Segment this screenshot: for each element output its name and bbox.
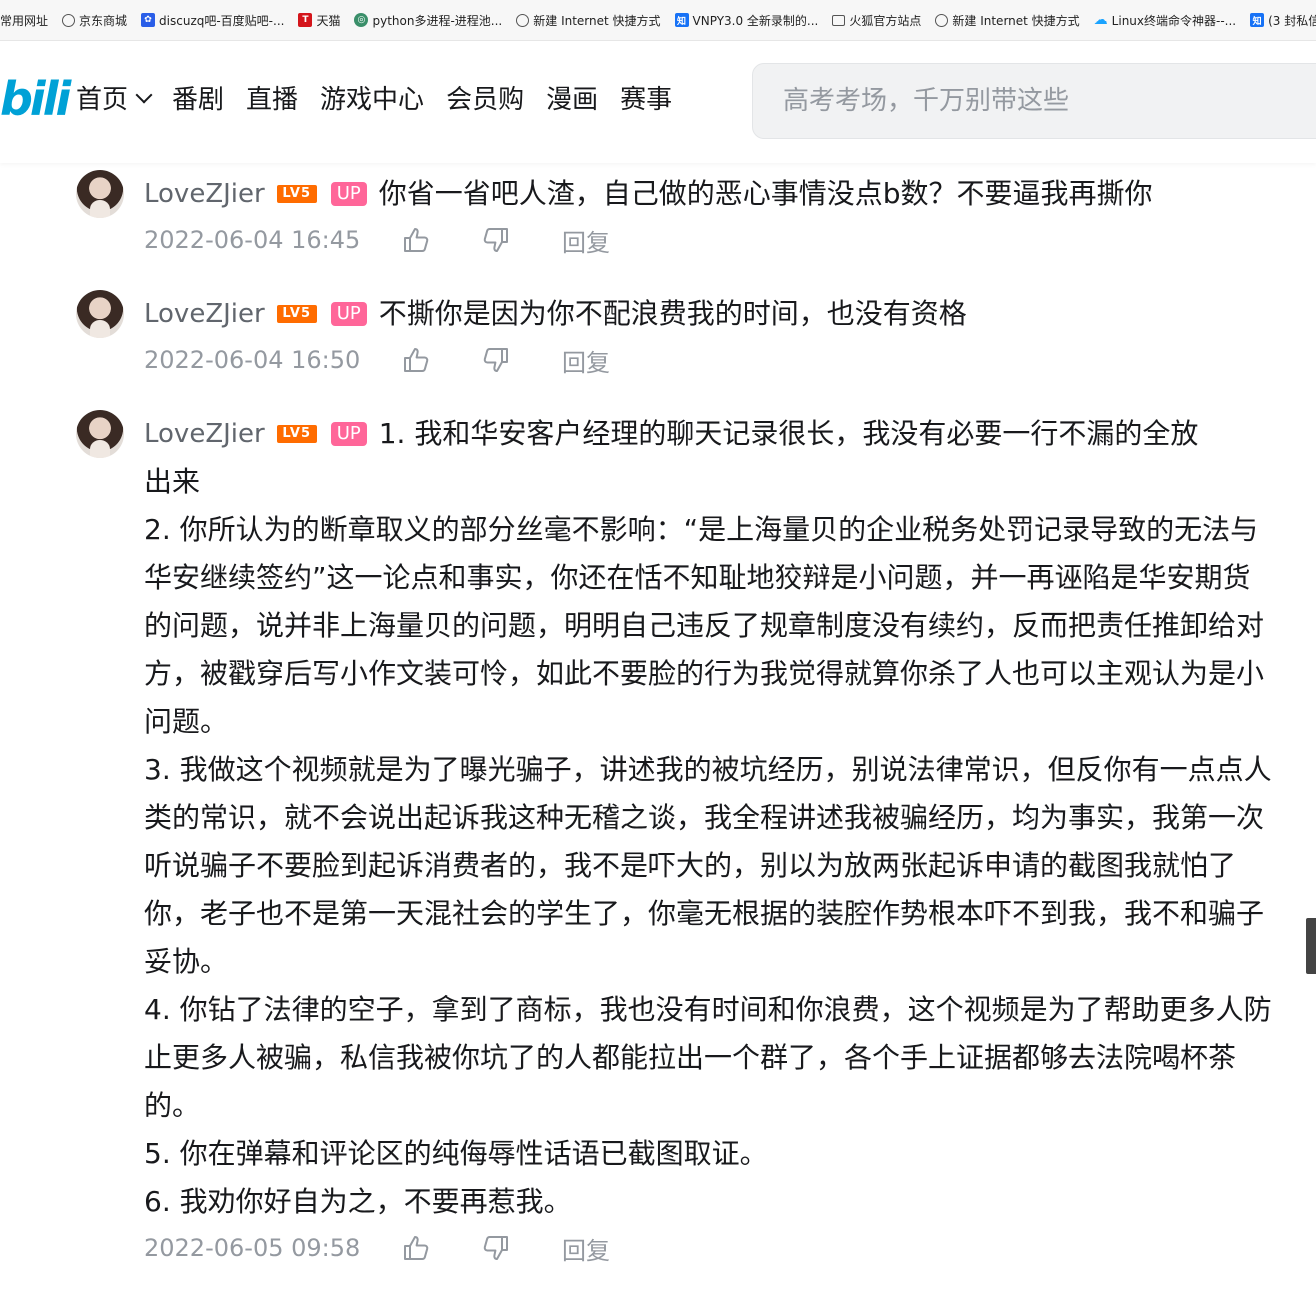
thumb-up-icon bbox=[402, 346, 430, 374]
bookmark-label: python多进程-进程池... bbox=[372, 13, 503, 28]
nav-home[interactable]: 首页 bbox=[76, 79, 153, 116]
avatar[interactable] bbox=[76, 170, 124, 218]
thumb-down-icon bbox=[482, 226, 510, 254]
bilibili-logo[interactable]: bili bbox=[0, 69, 71, 129]
bookmark-item[interactable]: T 天猫 bbox=[298, 12, 340, 29]
comment-meta: 2022-06-05 09:58 回复 bbox=[144, 1226, 1272, 1270]
search-input[interactable] bbox=[753, 64, 1316, 138]
comment-body: LoveZJier LV5 UP 1. 我和华安客户经理的聊天记录很长，我没有必要一行… bbox=[144, 410, 1272, 1270]
bookmark-item[interactable]: ✿ discuzq吧-百度贴吧-... bbox=[141, 12, 284, 29]
tmall-icon: T bbox=[298, 13, 313, 27]
folder-icon bbox=[832, 14, 846, 26]
side-float-tab[interactable] bbox=[1306, 918, 1316, 974]
bookmark-item[interactable]: 京东商城 bbox=[62, 12, 127, 29]
python-icon: ◎ bbox=[354, 13, 369, 27]
bookmark-item[interactable]: 新建 Internet 快捷方式 bbox=[516, 12, 661, 29]
avatar[interactable] bbox=[76, 410, 124, 458]
username[interactable]: LoveZJier bbox=[144, 299, 265, 329]
globe-icon bbox=[516, 13, 530, 27]
username[interactable]: LoveZJier bbox=[144, 419, 265, 449]
comment-text: 不撕你是因为你不配浪费我的时间，也没有资格 bbox=[378, 297, 967, 330]
bookmark-label: 火狐官方站点 bbox=[849, 13, 922, 28]
username[interactable]: LoveZJier bbox=[144, 179, 265, 209]
thumb-up-icon bbox=[402, 1234, 430, 1262]
nav-bangumi[interactable]: 番剧 bbox=[172, 79, 224, 116]
comment-body: LoveZJier LV5 UP 你省一省吧人渣，自己做的恶心事情没点b数？不要逼我再… bbox=[144, 170, 1274, 262]
cloud-icon: ☁ bbox=[1093, 12, 1108, 28]
dislike-button[interactable] bbox=[482, 340, 562, 380]
chevron-down-icon bbox=[135, 86, 153, 103]
nav-label: 首页 bbox=[76, 85, 129, 115]
baidu-paw-icon: ✿ bbox=[141, 13, 156, 27]
avatar[interactable] bbox=[76, 290, 124, 338]
nav-game-center[interactable]: 游戏中心 bbox=[320, 79, 424, 116]
level-badge: LV5 bbox=[276, 305, 317, 323]
dislike-button[interactable] bbox=[482, 220, 562, 260]
zhihu-icon: 知 bbox=[674, 13, 689, 27]
bookmark-item[interactable]: ☁ Linux终端命令神器--... bbox=[1094, 12, 1236, 29]
like-button[interactable] bbox=[402, 340, 482, 380]
like-button[interactable] bbox=[402, 1228, 482, 1268]
site-header: bili 首页 番剧 直播 游戏中心 会员购 漫画 赛事 bbox=[0, 41, 1316, 163]
comment-time: 2022-06-04 16:45 bbox=[144, 226, 361, 254]
nav-esports[interactable]: 赛事 bbox=[620, 79, 672, 116]
up-badge: UP bbox=[330, 302, 367, 326]
comment-meta: 2022-06-04 16:50 回复 bbox=[144, 338, 1274, 382]
bookmark-label: Linux终端命令神器--... bbox=[1111, 13, 1237, 28]
bookmark-item[interactable]: 常用网址 bbox=[0, 12, 48, 29]
bookmarks-bar: 常用网址 京东商城 ✿ discuzq吧-百度贴吧-... T 天猫 ◎ python… bbox=[0, 0, 1316, 41]
search-box bbox=[752, 63, 1316, 139]
bookmark-item[interactable]: ◎ python多进程-进程池... bbox=[354, 12, 502, 29]
bookmark-label: 天猫 bbox=[316, 13, 341, 28]
reply-button[interactable]: 回复 bbox=[562, 343, 610, 378]
dislike-button[interactable] bbox=[482, 1228, 562, 1268]
nav-manga[interactable]: 漫画 bbox=[546, 79, 598, 116]
globe-icon bbox=[935, 13, 949, 27]
comment-time: 2022-06-04 16:50 bbox=[144, 346, 361, 374]
bookmark-label: 新建 Internet 快捷方式 bbox=[533, 13, 661, 28]
up-badge: UP bbox=[330, 182, 367, 206]
reply-button[interactable]: 回复 bbox=[562, 1231, 610, 1266]
level-badge: LV5 bbox=[276, 185, 317, 203]
bookmark-item[interactable]: 知 VNPY3.0 全新录制的... bbox=[674, 12, 819, 29]
reply-button[interactable]: 回复 bbox=[562, 223, 610, 258]
comment-body: LoveZJier LV5 UP 不撕你是因为你不配浪费我的时间，也没有资格 2022… bbox=[144, 290, 1274, 382]
bookmark-item[interactable]: 新建 Internet 快捷方式 bbox=[935, 12, 1080, 29]
thumb-down-icon bbox=[482, 346, 510, 374]
up-badge: UP bbox=[330, 422, 367, 446]
globe-icon bbox=[62, 13, 76, 27]
bookmark-label: (3 封私信 bbox=[1268, 13, 1316, 28]
comment-text-first-line: 1. 我和华安客户经理的聊天记录很长，我没有必要一行不漏的全放 bbox=[378, 417, 1199, 450]
comment-text: 你省一省吧人渣，自己做的恶心事情没点b数？不要逼我再撕你 bbox=[378, 177, 1153, 210]
like-button[interactable] bbox=[402, 220, 482, 260]
comment-meta: 2022-06-04 16:45 回复 bbox=[144, 218, 1274, 262]
bookmark-item[interactable]: 火狐官方站点 bbox=[832, 12, 921, 29]
bookmark-label: VNPY3.0 全新录制的... bbox=[692, 13, 819, 28]
level-badge: LV5 bbox=[276, 425, 317, 443]
nav-live[interactable]: 直播 bbox=[246, 79, 298, 116]
bookmark-label: 常用网址 bbox=[0, 13, 49, 28]
thumb-up-icon bbox=[402, 226, 430, 254]
bookmark-label: 新建 Internet 快捷方式 bbox=[952, 13, 1080, 28]
zhihu-icon: 知 bbox=[1250, 13, 1265, 27]
comment-time: 2022-06-05 09:58 bbox=[144, 1234, 361, 1262]
bookmark-label: 京东商城 bbox=[79, 13, 128, 28]
thumb-down-icon bbox=[482, 1234, 510, 1262]
comment-text: 出来 2. 你所认为的断章取义的部分丝毫不影响：“是上海量贝的企业税务处罚记录导… bbox=[144, 465, 1272, 1218]
main-nav: 首页 番剧 直播 游戏中心 会员购 漫画 赛事 bbox=[76, 79, 694, 116]
bookmark-label: discuzq吧-百度贴吧-... bbox=[159, 13, 285, 28]
nav-mall[interactable]: 会员购 bbox=[446, 79, 524, 116]
bookmark-item[interactable]: 知 (3 封私信 bbox=[1250, 12, 1316, 29]
